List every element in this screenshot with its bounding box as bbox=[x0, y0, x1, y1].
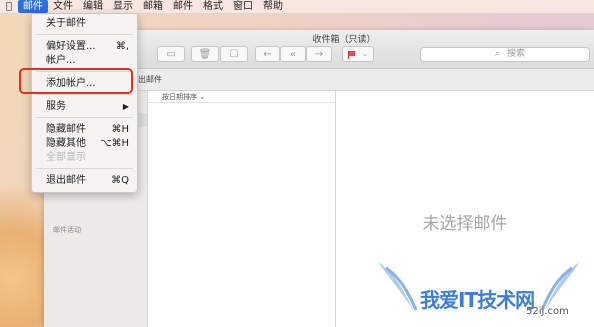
flag-icon bbox=[348, 50, 355, 59]
menu-item-preferences[interactable]: 偏好设置... ⌘, bbox=[32, 40, 137, 53]
menu-item-about[interactable]: 关于邮件 bbox=[32, 17, 137, 30]
flag-button[interactable]: ⌄ bbox=[342, 46, 374, 62]
menu-separator bbox=[36, 34, 133, 35]
menu-edit[interactable]: 编辑 bbox=[78, 0, 108, 13]
reply-button[interactable]: ← bbox=[255, 46, 280, 62]
menu-view[interactable]: 显示 bbox=[108, 0, 138, 13]
menu-item-show-all: 全部显示 bbox=[46, 152, 86, 163]
menu-help[interactable]: 帮助 bbox=[258, 0, 288, 13]
search-icon: ⌕ bbox=[495, 49, 501, 59]
search-placeholder: 搜索 bbox=[507, 49, 526, 59]
reply-icon: ← bbox=[263, 48, 272, 60]
search-field[interactable]: ⌕ 搜索 bbox=[420, 47, 590, 62]
highlight-box bbox=[19, 68, 133, 94]
menu-bar:  邮件 文件 编辑 显示 邮箱 邮件 格式 窗口 帮助 bbox=[0, 0, 594, 14]
menu-separator bbox=[36, 117, 133, 118]
menu-message[interactable]: 邮件 bbox=[168, 0, 198, 13]
watermark-url: 52ij.com bbox=[526, 306, 569, 317]
menu-item-hide-mail[interactable]: 隐藏邮件 ⌘H bbox=[32, 123, 137, 136]
thumbs-down-icon: ☐ bbox=[229, 48, 239, 60]
menu-file[interactable]: 文件 bbox=[48, 0, 78, 13]
sort-bar[interactable]: 按日期排序 ⌄ bbox=[148, 91, 335, 103]
sort-label[interactable]: 按日期排序 ⌄ bbox=[162, 92, 205, 102]
reply-all-icon: « bbox=[289, 48, 297, 60]
archive-button[interactable]: ▭ bbox=[157, 46, 185, 62]
mail-app-menu: 关于邮件 偏好设置... ⌘, 帐户... 添加帐户... 服务 ▶ 隐藏邮件 … bbox=[31, 13, 138, 193]
menu-item-hide-others[interactable]: 隐藏其他 ⌥⌘H bbox=[32, 137, 137, 150]
junk-button[interactable]: ☐ bbox=[220, 46, 248, 62]
menu-item-services[interactable]: 服务 ▶ bbox=[32, 100, 137, 113]
menu-format[interactable]: 格式 bbox=[198, 0, 228, 13]
menu-separator bbox=[36, 94, 133, 95]
window-title: 收件箱（只读） bbox=[312, 35, 376, 45]
mail-activity-label: 邮件活动 bbox=[53, 226, 81, 234]
menu-item-accounts[interactable]: 帐户... bbox=[32, 54, 137, 67]
menu-window[interactable]: 窗口 bbox=[228, 0, 258, 13]
trash-icon: 🗑 bbox=[198, 48, 212, 60]
apple-icon[interactable]:  bbox=[0, 1, 18, 12]
forward-icon: → bbox=[314, 48, 324, 60]
menu-mail[interactable]: 邮件 bbox=[18, 0, 48, 13]
watermark: 我爱IT技术网 52ij.com bbox=[376, 254, 592, 320]
forward-button[interactable]: → bbox=[306, 46, 332, 62]
archive-icon: ▭ bbox=[166, 48, 176, 60]
chevron-down-icon: ⌄ bbox=[362, 50, 368, 58]
message-list[interactable]: 按日期排序 ⌄ bbox=[148, 91, 336, 327]
no-selection-text: 未选择邮件 bbox=[422, 214, 508, 234]
watermark-text: 我爱IT技术网 bbox=[420, 288, 535, 312]
submenu-arrow-icon: ▶ bbox=[122, 102, 129, 111]
menu-item-quit[interactable]: 退出邮件 ⌘Q bbox=[32, 174, 137, 187]
menu-separator bbox=[36, 168, 133, 169]
delete-button[interactable]: 🗑 bbox=[191, 46, 219, 62]
menu-mailbox[interactable]: 邮箱 bbox=[138, 0, 168, 13]
reply-all-button[interactable]: « bbox=[280, 46, 306, 62]
